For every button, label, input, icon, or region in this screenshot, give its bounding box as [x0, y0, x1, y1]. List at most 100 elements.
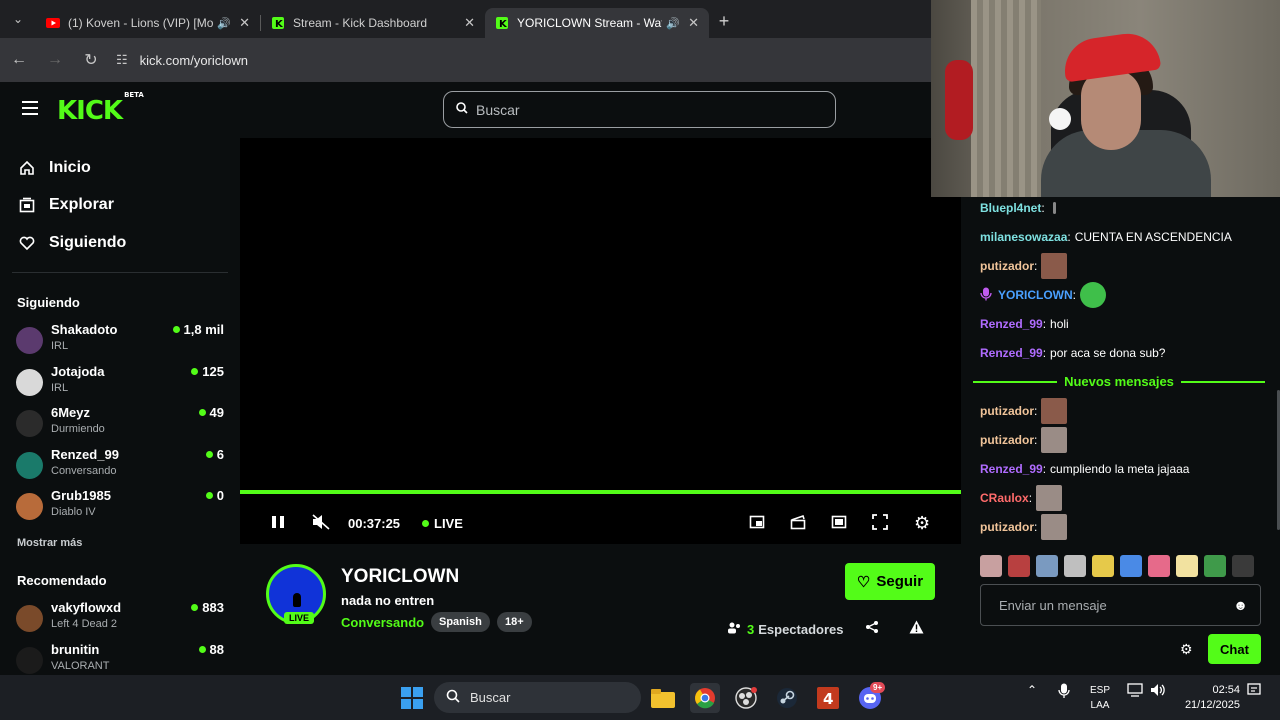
- sidebar-channel[interactable]: Renzed_99 Conversando 6: [16, 447, 224, 483]
- chat-username[interactable]: Renzed_99: [980, 317, 1043, 331]
- live-indicator[interactable]: LIVE: [422, 513, 463, 533]
- volume-icon[interactable]: [1150, 683, 1166, 700]
- chat-username[interactable]: Renzed_99: [980, 462, 1043, 476]
- reload-icon[interactable]: ↻: [74, 43, 108, 77]
- show-more-link[interactable]: Mostrar más: [17, 537, 82, 549]
- back-icon[interactable]: ←: [2, 43, 36, 77]
- green-emote[interactable]: [1080, 282, 1107, 308]
- emote[interactable]: [980, 555, 1002, 577]
- face-emote[interactable]: [1041, 253, 1068, 279]
- emote[interactable]: [1036, 555, 1058, 577]
- forward-icon[interactable]: →: [38, 43, 72, 77]
- theater-mode-button[interactable]: [831, 513, 847, 533]
- channel-name[interactable]: YORICLOWN: [341, 566, 459, 588]
- santa-decoration: [945, 60, 973, 140]
- chat-username[interactable]: milanesowazaa: [980, 230, 1067, 244]
- stream-category[interactable]: Conversando: [341, 615, 424, 630]
- cat-emote[interactable]: [1041, 427, 1068, 453]
- chat-username[interactable]: putizador: [980, 433, 1034, 447]
- site-settings-icon[interactable]: ☷: [116, 52, 128, 68]
- notifications-icon[interactable]: [1247, 683, 1261, 700]
- tab-yoriclown[interactable]: K YORICLOWN Stream - Watc 🔊 ✕: [485, 8, 709, 38]
- chat-username[interactable]: putizador: [980, 404, 1034, 418]
- channel-category: Diablo IV: [51, 506, 96, 518]
- microphone-icon[interactable]: [1058, 683, 1070, 702]
- clip-button[interactable]: [790, 513, 806, 533]
- video-player[interactable]: 00:37:25 LIVE ⚙: [240, 138, 961, 544]
- chrome-icon[interactable]: [690, 683, 720, 713]
- search-input[interactable]: Buscar: [443, 91, 836, 128]
- emote[interactable]: [1092, 555, 1114, 577]
- chat-username[interactable]: Bluepl4net: [980, 201, 1041, 215]
- tab-kick-dashboard[interactable]: K Stream - Kick Dashboard ✕: [261, 8, 485, 38]
- cat-emote[interactable]: [1036, 485, 1063, 511]
- sidebar: Inicio Explorar Siguiendo Siguiendo Shak…: [0, 138, 240, 675]
- menu-icon[interactable]: [22, 101, 38, 115]
- obs-icon[interactable]: [731, 683, 761, 713]
- input-language[interactable]: ESP LAA: [1086, 683, 1114, 713]
- file-explorer-icon[interactable]: [648, 683, 678, 713]
- channel-category: VALORANT: [51, 659, 110, 672]
- close-icon[interactable]: ✕: [464, 15, 475, 31]
- speaker-icon[interactable]: 🔊: [666, 17, 680, 30]
- kick-logo[interactable]: KICKBETA: [57, 91, 144, 126]
- chat-username[interactable]: putizador: [980, 259, 1034, 273]
- pause-button[interactable]: [270, 513, 286, 533]
- taskbar-search[interactable]: Buscar: [434, 682, 641, 713]
- face-emote[interactable]: [1041, 398, 1068, 424]
- report-icon[interactable]: [909, 620, 924, 637]
- chat-username[interactable]: putizador: [980, 520, 1034, 534]
- sidebar-item-browse[interactable]: Explorar: [18, 196, 114, 214]
- chat-username[interactable]: CRaulox: [980, 491, 1029, 505]
- close-icon[interactable]: ✕: [688, 15, 699, 31]
- tray-overflow-icon[interactable]: ⌃: [1027, 683, 1037, 697]
- new-tab-button[interactable]: +: [709, 6, 739, 36]
- emote[interactable]: [1120, 555, 1142, 577]
- sidebar-channel[interactable]: vakyflowxd Left 4 Dead 2 883: [16, 600, 224, 636]
- follow-button[interactable]: ♡ Seguir: [845, 563, 935, 600]
- fullscreen-icon: [872, 513, 888, 533]
- sidebar-channel[interactable]: Jotajoda IRL 125: [16, 364, 224, 400]
- system-clock[interactable]: 02:54 21/12/2025: [1172, 683, 1240, 713]
- chat-colon: :: [1072, 288, 1077, 302]
- site-header: KICKBETA Buscar: [0, 82, 931, 138]
- chat-username[interactable]: YORICLOWN: [998, 288, 1073, 302]
- small-glyph[interactable]: [1052, 202, 1056, 214]
- sidebar-channel[interactable]: Grub1985 Diablo IV 0: [16, 488, 224, 524]
- sidebar-channel[interactable]: 6Meyz Durmiendo 49: [16, 405, 224, 441]
- tag-mature[interactable]: 18+: [497, 612, 532, 632]
- send-chat-button[interactable]: Chat: [1208, 634, 1261, 664]
- emote[interactable]: [1064, 555, 1086, 577]
- miniplayer-button[interactable]: [749, 513, 765, 533]
- left4dead-icon[interactable]: 4: [813, 683, 843, 713]
- share-icon[interactable]: [865, 620, 879, 637]
- tab-search-button[interactable]: ⌄: [0, 0, 36, 38]
- speaker-icon[interactable]: 🔊: [217, 17, 231, 30]
- fullscreen-button[interactable]: [872, 513, 888, 533]
- network-icon[interactable]: [1127, 683, 1143, 700]
- steam-icon[interactable]: [772, 683, 802, 713]
- sidebar-channel[interactable]: brunitin VALORANT 88: [16, 642, 224, 678]
- progress-bar[interactable]: [240, 490, 961, 494]
- close-icon[interactable]: ✕: [239, 15, 250, 31]
- chat-input[interactable]: Enviar un mensaje ☻: [980, 584, 1261, 626]
- channel-viewers: 49: [199, 405, 224, 420]
- emote[interactable]: [1148, 555, 1170, 577]
- url-field[interactable]: ☷ kick.com/yoriclown: [116, 44, 931, 76]
- chat-username[interactable]: Renzed_99: [980, 346, 1043, 360]
- sidebar-item-home[interactable]: Inicio: [18, 159, 91, 177]
- tab-youtube[interactable]: (1) Koven - Lions (VIP) [Mon 🔊 ✕: [36, 8, 260, 38]
- emote[interactable]: [1204, 555, 1226, 577]
- tag-language[interactable]: Spanish: [431, 612, 490, 632]
- chat-settings-icon[interactable]: ⚙: [1180, 641, 1193, 658]
- emote[interactable]: [1232, 555, 1254, 577]
- emote[interactable]: [1176, 555, 1198, 577]
- sidebar-channel[interactable]: Shakadoto IRL 1,8 mil: [16, 322, 224, 358]
- sidebar-item-following[interactable]: Siguiendo: [18, 234, 126, 252]
- emoji-picker-icon[interactable]: ☻: [1233, 597, 1248, 613]
- windows-start-icon[interactable]: [397, 683, 427, 713]
- settings-button[interactable]: ⚙: [914, 513, 930, 533]
- mute-button[interactable]: [312, 513, 330, 533]
- cat-emote[interactable]: [1041, 514, 1068, 540]
- emote[interactable]: [1008, 555, 1030, 577]
